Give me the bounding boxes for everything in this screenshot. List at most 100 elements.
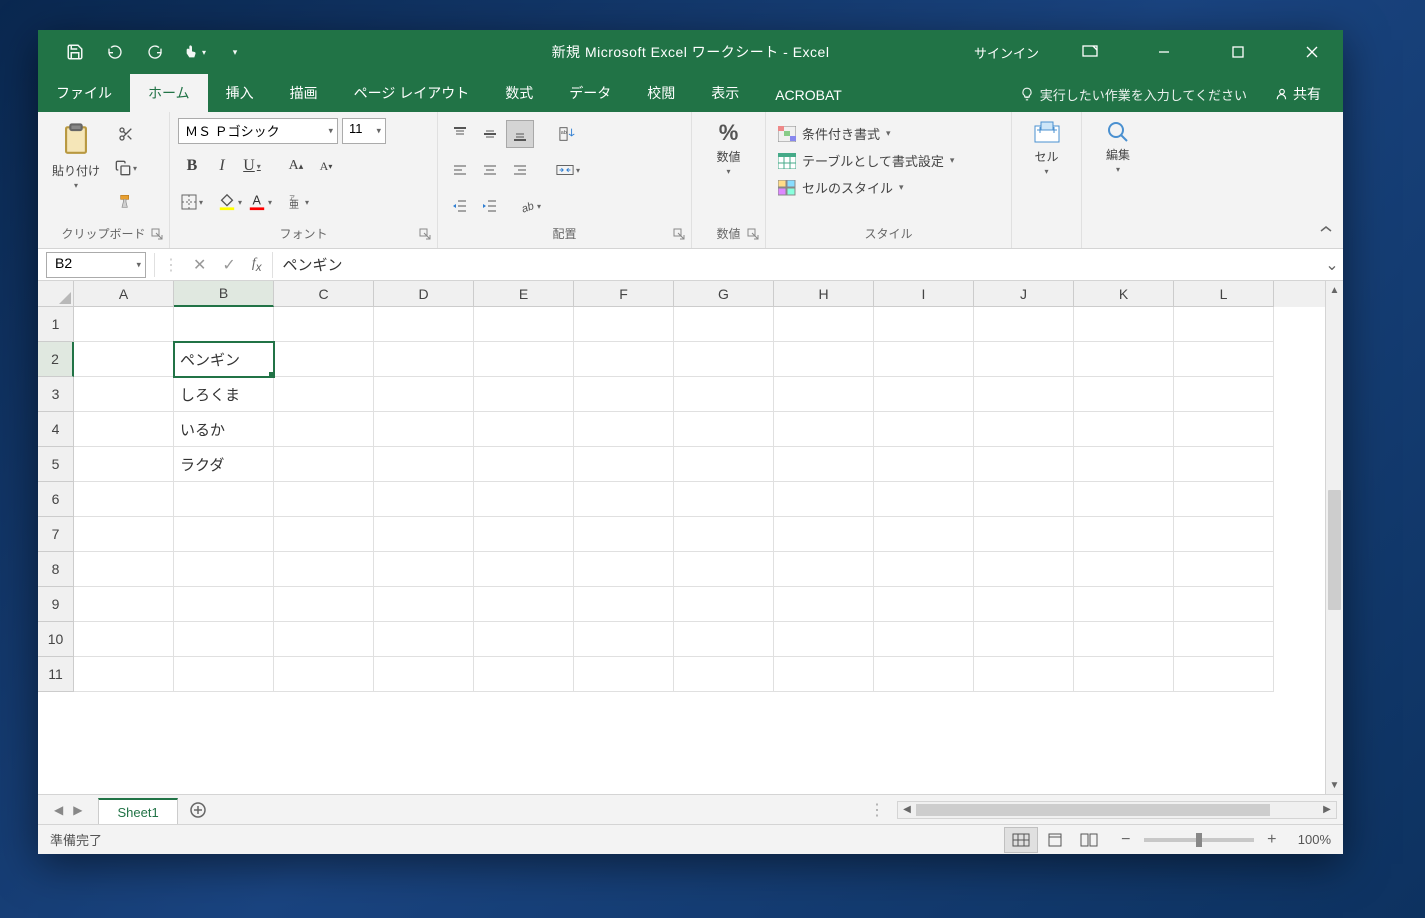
select-all-corner[interactable] bbox=[38, 281, 74, 307]
cell[interactable] bbox=[674, 587, 774, 622]
cell[interactable] bbox=[374, 517, 474, 552]
cell[interactable] bbox=[974, 307, 1074, 342]
cell[interactable] bbox=[474, 482, 574, 517]
cell[interactable] bbox=[374, 377, 474, 412]
borders-button[interactable]: ▾ bbox=[178, 188, 206, 216]
cell[interactable] bbox=[1074, 552, 1174, 587]
cell[interactable] bbox=[874, 657, 974, 692]
cell[interactable] bbox=[1074, 482, 1174, 517]
cell[interactable] bbox=[574, 657, 674, 692]
cell[interactable] bbox=[574, 307, 674, 342]
cell[interactable] bbox=[674, 342, 774, 377]
cell[interactable] bbox=[974, 622, 1074, 657]
cell[interactable] bbox=[1174, 587, 1274, 622]
row-header[interactable]: 2 bbox=[38, 342, 74, 377]
cell[interactable] bbox=[474, 412, 574, 447]
cell[interactable] bbox=[774, 377, 874, 412]
cell[interactable] bbox=[674, 447, 774, 482]
cell[interactable] bbox=[674, 552, 774, 587]
cell[interactable] bbox=[74, 412, 174, 447]
cell[interactable] bbox=[874, 307, 974, 342]
cell[interactable] bbox=[274, 307, 374, 342]
column-header[interactable]: F bbox=[574, 281, 674, 307]
cell[interactable] bbox=[274, 412, 374, 447]
cell[interactable] bbox=[174, 307, 274, 342]
cell[interactable] bbox=[974, 482, 1074, 517]
cell[interactable] bbox=[874, 517, 974, 552]
cell[interactable] bbox=[474, 657, 574, 692]
cell[interactable] bbox=[974, 447, 1074, 482]
cell[interactable] bbox=[474, 377, 574, 412]
expand-formula-bar-icon[interactable]: ⌄ bbox=[1321, 255, 1343, 275]
align-left-button[interactable] bbox=[446, 156, 474, 184]
horizontal-scrollbar[interactable]: ◀ ▶ bbox=[897, 801, 1337, 819]
increase-font-button[interactable]: A▴ bbox=[282, 152, 310, 180]
cell[interactable] bbox=[74, 342, 174, 377]
save-icon[interactable] bbox=[64, 41, 86, 63]
collapse-ribbon-icon[interactable] bbox=[1319, 222, 1333, 240]
cell[interactable] bbox=[574, 587, 674, 622]
row-header[interactable]: 10 bbox=[38, 622, 74, 657]
row-header[interactable]: 7 bbox=[38, 517, 74, 552]
cell[interactable] bbox=[574, 552, 674, 587]
cell[interactable] bbox=[1174, 377, 1274, 412]
sheet-nav-prev[interactable]: ◀ bbox=[50, 801, 67, 819]
cell[interactable] bbox=[574, 517, 674, 552]
touch-mode-icon[interactable]: ▾ bbox=[184, 41, 206, 63]
cell[interactable] bbox=[1074, 412, 1174, 447]
cell[interactable] bbox=[374, 657, 474, 692]
cell[interactable] bbox=[774, 482, 874, 517]
cell[interactable] bbox=[874, 412, 974, 447]
cell[interactable] bbox=[874, 342, 974, 377]
number-format-button[interactable]: % 数値 ▾ bbox=[710, 116, 746, 180]
tab-file[interactable]: ファイル bbox=[38, 73, 130, 112]
align-right-button[interactable] bbox=[506, 156, 534, 184]
cell[interactable] bbox=[474, 587, 574, 622]
cell[interactable] bbox=[274, 482, 374, 517]
cell[interactable] bbox=[174, 552, 274, 587]
tab-draw[interactable]: 描画 bbox=[272, 73, 336, 112]
cell[interactable] bbox=[574, 447, 674, 482]
normal-view-button[interactable] bbox=[1004, 827, 1038, 853]
cell[interactable] bbox=[1174, 657, 1274, 692]
cell[interactable] bbox=[474, 552, 574, 587]
row-header[interactable]: 8 bbox=[38, 552, 74, 587]
zoom-level[interactable]: 100% bbox=[1298, 832, 1331, 847]
cell[interactable] bbox=[974, 552, 1074, 587]
scroll-thumb[interactable] bbox=[1328, 490, 1341, 610]
tab-acrobat[interactable]: ACROBAT bbox=[757, 77, 860, 112]
cell[interactable] bbox=[274, 657, 374, 692]
cell[interactable] bbox=[1074, 622, 1174, 657]
align-center-button[interactable] bbox=[476, 156, 504, 184]
signin-link[interactable]: サインイン bbox=[974, 43, 1039, 62]
cell[interactable] bbox=[1174, 412, 1274, 447]
cell[interactable] bbox=[1074, 342, 1174, 377]
row-header[interactable]: 4 bbox=[38, 412, 74, 447]
phonetic-guide-button[interactable]: ア亜 ▾ bbox=[284, 188, 312, 216]
tab-insert[interactable]: 挿入 bbox=[208, 73, 272, 112]
cell[interactable] bbox=[1074, 657, 1174, 692]
cell[interactable] bbox=[174, 622, 274, 657]
cell[interactable] bbox=[1074, 447, 1174, 482]
insert-function-icon[interactable]: fx bbox=[252, 256, 262, 274]
sheet-tab[interactable]: Sheet1 bbox=[98, 798, 177, 825]
column-header[interactable]: B bbox=[174, 281, 274, 307]
cell[interactable] bbox=[74, 657, 174, 692]
column-header[interactable]: L bbox=[1174, 281, 1274, 307]
cell[interactable] bbox=[974, 587, 1074, 622]
alignment-dialog-launcher[interactable] bbox=[673, 228, 687, 242]
cell[interactable] bbox=[874, 447, 974, 482]
page-layout-view-button[interactable] bbox=[1038, 827, 1072, 853]
format-painter-button[interactable] bbox=[112, 188, 140, 216]
zoom-out-button[interactable]: − bbox=[1118, 831, 1134, 849]
cells-button[interactable]: セル ▾ bbox=[1027, 116, 1067, 180]
tab-home[interactable]: ホーム bbox=[130, 73, 208, 112]
cell[interactable] bbox=[1174, 552, 1274, 587]
zoom-in-button[interactable]: + bbox=[1264, 831, 1280, 849]
cell[interactable] bbox=[274, 342, 374, 377]
row-header[interactable]: 5 bbox=[38, 447, 74, 482]
number-dialog-launcher[interactable] bbox=[747, 228, 761, 242]
cell[interactable] bbox=[1174, 517, 1274, 552]
column-header[interactable]: J bbox=[974, 281, 1074, 307]
cell[interactable] bbox=[374, 342, 474, 377]
